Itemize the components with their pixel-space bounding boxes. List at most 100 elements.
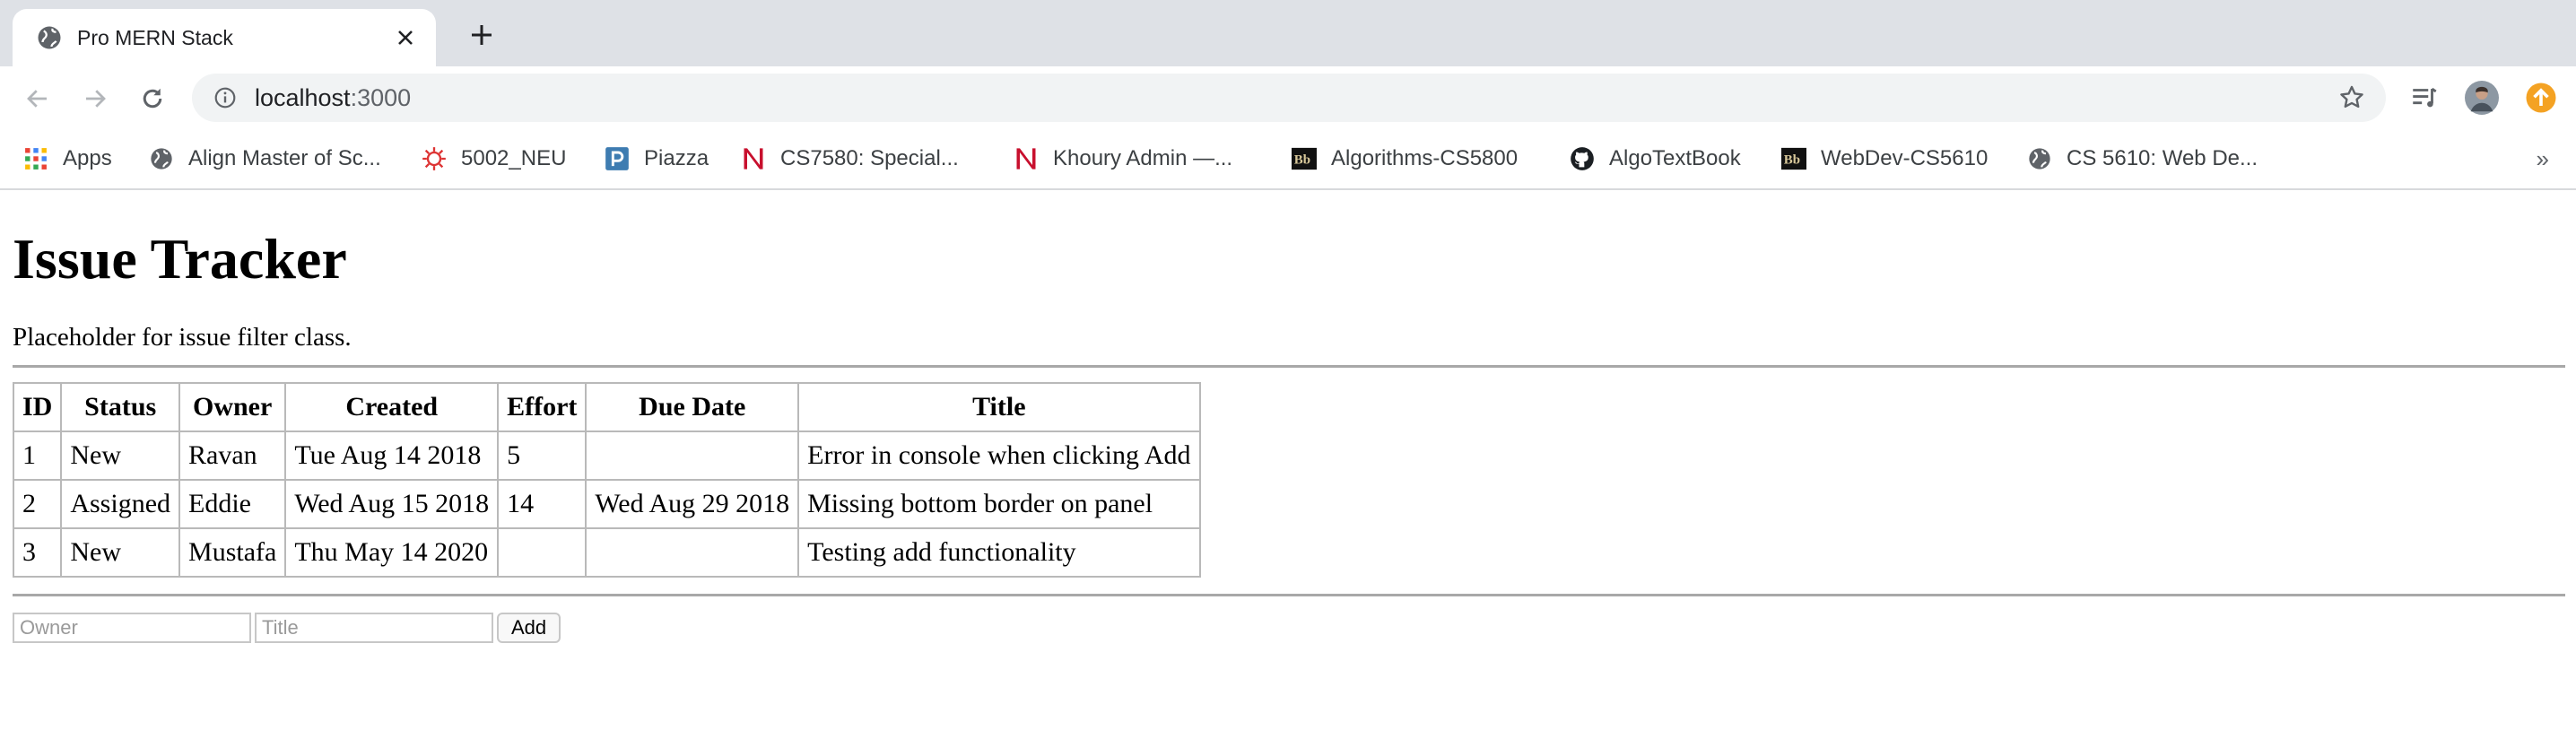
owner-input[interactable] (13, 612, 251, 643)
tab-title: Pro MERN Stack (77, 25, 233, 49)
table-header-row: ID Status Owner Created Effort Due Date … (12, 381, 1201, 432)
arrow-right-icon (86, 90, 106, 108)
more-bookmarks-button[interactable]: » (2537, 145, 2549, 173)
svg-text:Bb: Bb (1294, 153, 1310, 168)
reading-list-button[interactable] (2407, 81, 2441, 115)
red-sun-icon (422, 146, 447, 171)
bookmark-apps[interactable]: Apps (14, 139, 121, 178)
column-header-owner: Owner (178, 381, 287, 432)
piazza-icon (605, 146, 630, 171)
cell-effort: 5 (497, 430, 587, 481)
cell-title: Testing add functionality (797, 526, 1201, 578)
cell-owner: Ravan (178, 430, 287, 481)
divider (13, 593, 2565, 596)
column-header-created: Created (284, 381, 500, 432)
bookmark-label: Align Master of Sc... (188, 146, 381, 170)
blackboard-icon: Bb (1292, 146, 1317, 171)
new-tab-button[interactable] (466, 20, 497, 50)
cell-id: 3 (12, 526, 63, 578)
bookmark-khoury-admin[interactable]: Khoury Admin —... (1005, 139, 1241, 178)
blackboard-icon: Bb (1781, 146, 1806, 171)
bookmark-label: WebDev-CS5610 (1821, 146, 1989, 170)
northeastern-n-icon (1014, 146, 1039, 171)
forward-button[interactable] (79, 83, 111, 115)
reload-button[interactable] (136, 83, 169, 115)
issue-filter-placeholder: Placeholder for issue filter class. (13, 322, 352, 352)
update-button[interactable] (2524, 81, 2558, 115)
bookmark-label: Khoury Admin —... (1053, 146, 1233, 170)
bookmark-algorithms-cs5800[interactable]: Bb Algorithms-CS5800 (1283, 139, 1527, 178)
bookmark-5002-neu[interactable]: 5002_NEU (413, 139, 575, 178)
cell-status: New (60, 526, 181, 578)
bookmark-label: AlgoTextBook (1609, 146, 1741, 170)
column-header-status: Status (60, 381, 181, 432)
arrow-left-icon (27, 90, 47, 108)
url-port: :3000 (350, 83, 412, 111)
cell-title: Error in console when clicking Add (797, 430, 1201, 481)
column-header-id: ID (12, 381, 63, 432)
tab-pro-mern-stack[interactable]: Pro MERN Stack (13, 9, 436, 66)
bookmark-align-master[interactable]: Align Master of Sc... (140, 139, 390, 178)
svg-text:Bb: Bb (1784, 153, 1800, 168)
cell-id: 1 (12, 430, 63, 481)
cell-due-date (585, 526, 800, 578)
cell-status: Assigned (60, 478, 181, 529)
browser-toolbar: localhost:3000 (0, 66, 2576, 129)
issue-table: ID Status Owner Created Effort Due Date … (12, 381, 1201, 578)
table-row: 3 New Mustafa Thu May 14 2020 Testing ad… (12, 526, 1201, 578)
profile-avatar[interactable] (2465, 81, 2499, 115)
info-icon[interactable] (212, 84, 239, 111)
github-icon (1570, 146, 1595, 171)
cell-effort (497, 526, 587, 578)
update-arrow-icon (2526, 83, 2556, 113)
bookmark-cs5610-web-dev[interactable]: CS 5610: Web De... (2018, 139, 2267, 178)
globe-icon (36, 24, 63, 51)
bookmark-webdev-cs5610[interactable]: Bb WebDev-CS5610 (1772, 139, 1997, 178)
add-button[interactable]: Add (497, 612, 561, 643)
title-input[interactable] (255, 612, 493, 643)
globe-icon (149, 146, 174, 171)
table-row: 2 Assigned Eddie Wed Aug 15 2018 14 Wed … (12, 478, 1201, 529)
cell-created: Tue Aug 14 2018 (284, 430, 500, 481)
cell-due-date (585, 430, 800, 481)
page-title: Issue Tracker (13, 227, 347, 291)
issue-add-form: Add (13, 612, 2576, 643)
back-button[interactable] (22, 83, 54, 115)
star-icon[interactable] (2337, 83, 2366, 112)
url-host: localhost (255, 83, 351, 111)
reload-icon (143, 88, 162, 109)
bookmark-algotextbook[interactable]: AlgoTextBook (1561, 139, 1750, 178)
avatar-icon (2465, 81, 2499, 115)
cell-due-date: Wed Aug 29 2018 (585, 478, 800, 529)
table-row: 1 New Ravan Tue Aug 14 2018 5 Error in c… (12, 430, 1201, 481)
bookmark-label: CS7580: Special... (780, 146, 959, 170)
bookmark-cs7580[interactable]: CS7580: Special... (732, 139, 968, 178)
close-tab-icon[interactable] (391, 23, 420, 52)
bookmark-label: Apps (63, 146, 112, 170)
url-text: localhost:3000 (255, 84, 411, 112)
globe-icon (2027, 146, 2052, 171)
cell-id: 2 (12, 478, 63, 529)
bookmark-piazza[interactable]: Piazza (596, 139, 718, 178)
bookmarks-bar: Apps Align Master of Sc... 5002_NEU Piaz… (0, 129, 2576, 190)
bookmark-label: CS 5610: Web De... (2067, 146, 2258, 170)
bookmark-label: 5002_NEU (461, 146, 567, 170)
bookmark-label: Piazza (644, 146, 709, 170)
apps-grid-icon (23, 146, 48, 171)
column-header-due-date: Due Date (585, 381, 800, 432)
reading-list-icon (2413, 87, 2437, 108)
cell-created: Wed Aug 15 2018 (284, 478, 500, 529)
cell-created: Thu May 14 2020 (284, 526, 500, 578)
page-content: Issue Tracker Placeholder for issue filt… (0, 226, 2576, 643)
cell-owner: Eddie (178, 478, 287, 529)
cell-title: Missing bottom border on panel (797, 478, 1201, 529)
tab-strip: Pro MERN Stack (0, 0, 2576, 66)
cell-effort: 14 (497, 478, 587, 529)
column-header-title: Title (797, 381, 1201, 432)
bookmark-label: Algorithms-CS5800 (1331, 146, 1519, 170)
divider (13, 364, 2565, 368)
northeastern-n-icon (741, 146, 766, 171)
cell-owner: Mustafa (178, 526, 287, 578)
column-header-effort: Effort (497, 381, 587, 432)
address-bar[interactable]: localhost:3000 (192, 74, 2386, 122)
